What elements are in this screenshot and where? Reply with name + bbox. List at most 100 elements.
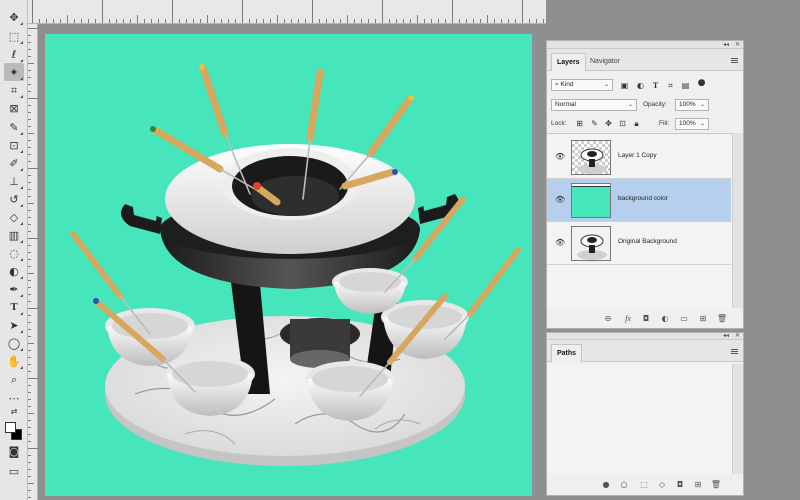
ruler-tick [28,357,31,358]
collapse-panel-icon[interactable]: ◂◂ [723,41,729,49]
layer-name: Original Background [618,238,677,245]
history-brush-tool-icon[interactable]: ↺ [4,190,24,208]
path-list-scrollbar[interactable] [732,364,743,474]
eraser-tool-icon[interactable]: ◇ [4,208,24,226]
vertical-ruler[interactable] [28,24,38,500]
ruler-tick [28,364,31,365]
frame-tool-icon[interactable]: ⊠ [4,99,24,117]
spot-healing-tool-icon[interactable]: ⊡ [4,136,24,154]
close-panel-icon[interactable]: ✕ [735,333,740,340]
dodge-tool-icon[interactable]: ◐ [4,262,24,280]
document-canvas[interactable] [45,34,532,496]
ruler-tick [28,483,34,484]
delete-layer-icon[interactable]: 🗑︎ [715,311,729,325]
ruler-tick [172,0,173,23]
new-path-icon[interactable]: ⊞ [691,477,705,491]
lock-position-icon[interactable]: ✥ [603,118,614,129]
pen-tool-icon[interactable]: ✒ [4,280,24,298]
ruler-tick [28,434,31,435]
clone-stamp-tool-icon[interactable]: ⊥ [4,172,24,190]
filter-adjustment-icon[interactable]: ◐ [635,80,646,91]
layer-style-icon[interactable]: fx [621,311,635,325]
move-tool-icon[interactable]: ✥ [4,8,24,26]
gradient-tool-icon[interactable]: ▥ [4,226,24,244]
ruler-tick [28,224,31,225]
ruler-tick [375,19,376,23]
ellipse-tool-icon[interactable]: ◯ [4,334,24,352]
ruler-tick [28,119,31,120]
link-layers-icon[interactable]: ⊖ [601,311,615,325]
layer-row[interactable]: 👁︎ background color [547,179,731,222]
ruler-tick [28,147,31,148]
opacity-label: Opacity: [643,101,667,108]
adjustment-layer-icon[interactable]: ◐ [658,311,672,325]
lasso-tool-icon[interactable]: ℓ [4,45,24,63]
ruler-tick [221,19,222,23]
ruler-tick [347,15,348,23]
layer-list-scrollbar[interactable] [732,133,743,308]
lock-all-icon[interactable]: 🔒︎ [631,118,642,129]
type-tool-icon[interactable]: T [4,298,24,316]
make-work-path-icon[interactable]: ◇ [655,477,669,491]
layer-row[interactable]: 👁︎ Original Background [547,222,731,265]
hand-tool-icon[interactable]: ✋ [4,352,24,370]
tab-navigator[interactable]: Navigator [585,53,625,71]
panel-title-bar[interactable]: ◂◂ ✕ [547,333,743,340]
magic-wand-tool-icon[interactable]: ✦ [4,63,24,81]
filter-type-icon[interactable]: T [650,80,661,91]
new-layer-icon[interactable]: ⊞ [696,311,710,325]
ruler-tick [333,19,334,23]
panel-title-bar[interactable]: ◂◂ ✕ [547,41,743,49]
ruler-tick [200,19,201,23]
eyedropper-tool-icon[interactable]: ✎ [4,118,24,136]
eye-icon[interactable]: 👁︎ [555,195,565,204]
screen-mode-icon[interactable]: ▭ [4,462,24,480]
horizontal-ruler[interactable] [28,0,546,24]
path-selection-tool-icon[interactable]: ➤ [4,316,24,334]
crop-tool-icon[interactable]: ⌗ [4,81,24,99]
opacity-input[interactable]: 100% ⌄ [675,99,709,111]
panel-menu-icon[interactable] [731,58,738,63]
layer-name: Layer 1 Copy [618,152,657,159]
blend-mode-select[interactable]: Normal ⌄ [551,99,637,111]
marquee-tool-icon[interactable]: ⬚ [4,27,24,45]
add-mask-icon[interactable]: ◘ [639,311,653,325]
ruler-tick [67,15,68,23]
lock-artboard-icon[interactable]: ⊡ [617,118,628,129]
layers-panel: ◂◂ ✕ Layers Navigator ⌕ Kind ⌄ ▣ ◐ T ⌗ ▤ … [546,40,744,329]
layer-row[interactable]: 👁︎ Layer 1 Copy [547,136,731,179]
filter-pixel-icon[interactable]: ▣ [619,80,630,91]
ruler-tick [88,19,89,23]
ruler-tick [28,28,38,29]
panel-dock-gutter [744,40,800,496]
swap-colors-icon[interactable]: ⇄ [4,403,24,421]
lock-image-icon[interactable]: ✎ [589,118,600,129]
filter-smart-object-icon[interactable]: ▤ [680,80,691,91]
foreground-color-swatch[interactable] [5,422,16,433]
filter-shape-icon[interactable]: ⌗ [665,80,676,91]
tab-layers[interactable]: Layers [551,53,586,71]
new-group-icon[interactable]: ▭ [677,311,691,325]
ruler-tick [28,42,31,43]
collapse-panel-icon[interactable]: ◂◂ [723,333,729,340]
eye-icon[interactable]: 👁︎ [555,152,565,161]
zoom-tool-icon[interactable]: ⌕ [4,370,24,388]
blur-tool-icon[interactable]: ◌ [4,244,24,262]
filter-kind-select[interactable]: ⌕ Kind ⌄ [551,79,613,91]
tab-paths[interactable]: Paths [551,344,583,362]
filter-toggle-icon[interactable]: ● [696,78,707,89]
fill-path-icon[interactable]: ● [599,477,613,491]
add-mask-icon[interactable]: ◘ [673,477,687,491]
brush-tool-icon[interactable]: ✐ [4,154,24,172]
stroke-path-icon[interactable]: ○ [617,477,631,491]
delete-path-icon[interactable]: 🗑︎ [709,477,723,491]
load-selection-icon[interactable]: ⬚ [637,477,651,491]
quick-mask-icon[interactable]: ◙ [4,442,24,460]
ruler-tick [249,19,250,23]
close-panel-icon[interactable]: ✕ [735,41,740,49]
eye-icon[interactable]: 👁︎ [555,238,565,247]
ruler-tick [466,19,467,23]
panel-menu-icon[interactable] [731,349,738,354]
fill-input[interactable]: 100% ⌄ [675,118,709,130]
lock-transparent-icon[interactable]: ⊞ [574,118,585,129]
